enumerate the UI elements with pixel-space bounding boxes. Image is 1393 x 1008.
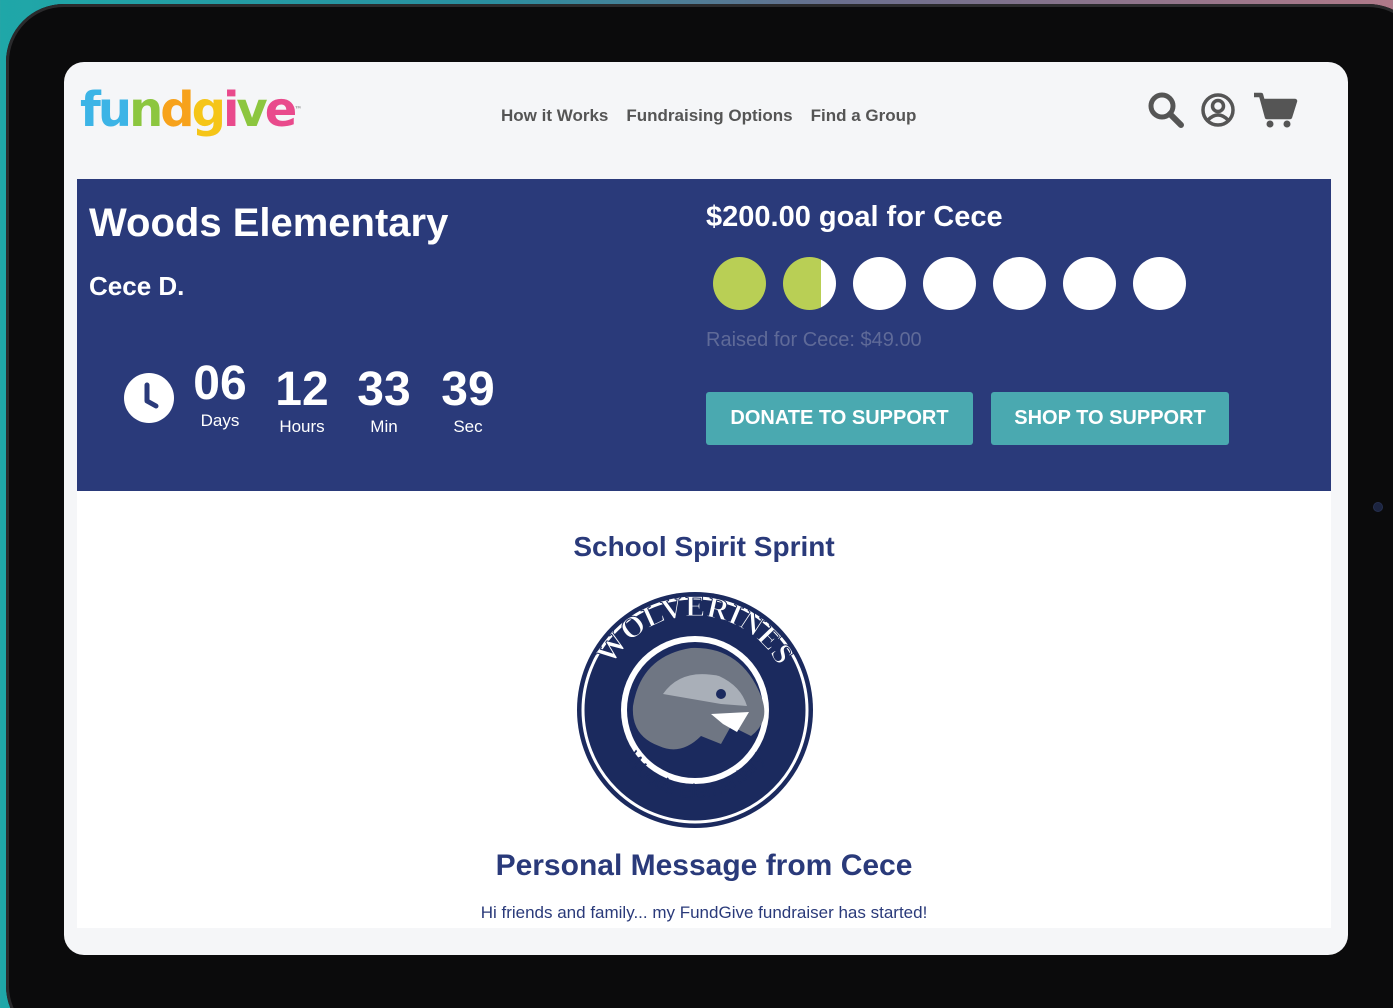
main-nav: How it Works Fundraising Options Find a … [501, 106, 916, 126]
donate-button[interactable]: DONATE TO SUPPORT [706, 392, 973, 445]
message-title: Personal Message from Cece [495, 849, 913, 882]
student-name: Cece D. [89, 271, 185, 301]
cart-icon[interactable] [1252, 90, 1298, 130]
logo-letter: e [264, 82, 298, 138]
countdown-value: 39 [441, 363, 495, 416]
countdown-value: 33 [357, 363, 411, 416]
nav-fundraising-options[interactable]: Fundraising Options [626, 106, 792, 126]
countdown-value: 12 [275, 363, 329, 416]
mascot-logo: WOLVERINES Woods Elementary [577, 590, 813, 828]
logo-letter: v [236, 82, 267, 138]
countdown-seconds: 39 Sec [433, 363, 503, 437]
countdown-minutes: 33 Min [349, 363, 419, 437]
countdown-hours: 12 Hours [267, 363, 337, 437]
logo-letter: i [222, 82, 240, 138]
fundgive-logo[interactable]: fundgive™ [80, 80, 302, 140]
search-icon[interactable] [1146, 90, 1186, 130]
account-icon[interactable] [1198, 90, 1238, 130]
camera-dot [1374, 503, 1382, 511]
fundraiser-hero: Woods Elementary Cece D. 06 Days 12 Hour… [77, 179, 1331, 491]
progress-dot [783, 257, 836, 310]
campaign-title: School Spirit Sprint [573, 531, 835, 562]
logo-letter: d [160, 82, 194, 138]
countdown-label: Days [200, 411, 240, 430]
raised-amount: Raised for Cece: $49.00 [706, 329, 922, 351]
progress-dot [713, 257, 766, 310]
fundraiser-content: School Spirit Sprint WOLVERINES Woods El… [77, 491, 1331, 928]
logo-letter: u [97, 82, 132, 138]
nav-find-a-group[interactable]: Find a Group [811, 106, 917, 126]
trademark: ™ [294, 105, 303, 114]
countdown-value: 06 [193, 357, 247, 410]
progress-dot [1133, 257, 1186, 310]
logo-letter: f [80, 82, 101, 138]
progress-dot [853, 257, 906, 310]
countdown-label: Hours [279, 417, 325, 436]
goal-text: $200.00 goal for Cece [706, 201, 1003, 233]
countdown-days: 06 Days [185, 357, 255, 431]
site-header: fundgive™ How it Works Fundraising Optio… [64, 62, 1348, 160]
logo-letter: n [129, 82, 163, 138]
countdown-label: Sec [453, 417, 483, 436]
clock-icon [124, 373, 174, 423]
screen: fundgive™ How it Works Fundraising Optio… [64, 62, 1348, 955]
progress-dot [1063, 257, 1116, 310]
progress-dot [923, 257, 976, 310]
logo-letter: g [191, 82, 226, 138]
message-body: Hi friends and family... my FundGive fun… [480, 903, 928, 922]
shop-button[interactable]: SHOP TO SUPPORT [991, 392, 1229, 445]
nav-how-it-works[interactable]: How it Works [501, 106, 608, 126]
progress-dot [993, 257, 1046, 310]
countdown-label: Min [370, 417, 398, 436]
progress-dots [713, 257, 1186, 310]
school-name: Woods Elementary [89, 201, 449, 245]
